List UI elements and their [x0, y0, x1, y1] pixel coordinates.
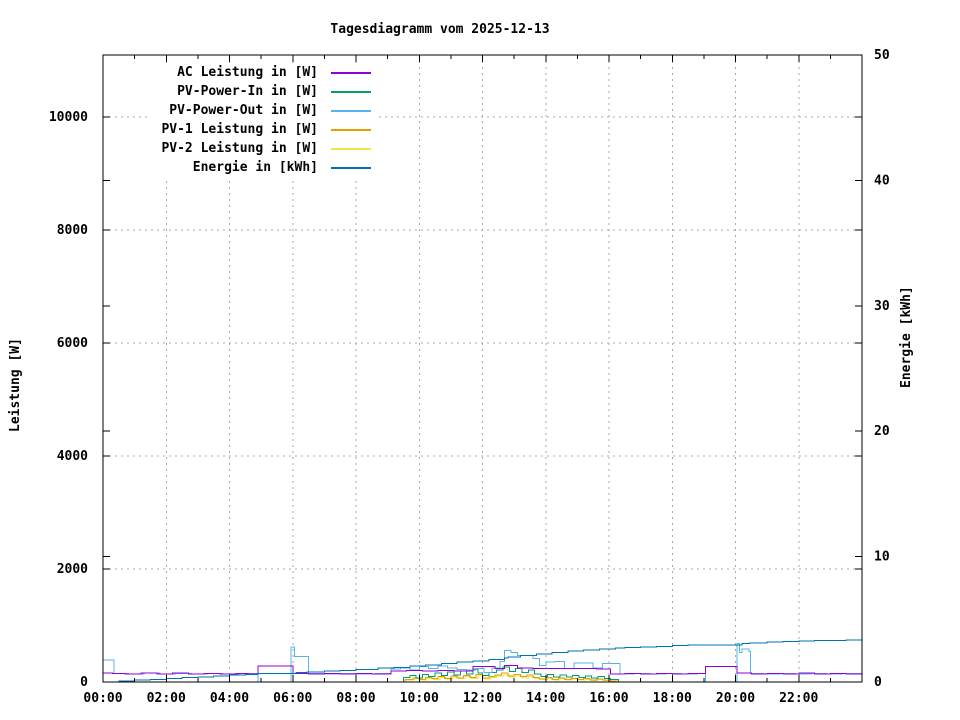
- legend-item-pv1: PV-1 Leistung in [W]: [150, 120, 371, 139]
- legend-line-swatch: [331, 128, 371, 131]
- tick-label: 14:00: [526, 691, 565, 706]
- tick-label: 0: [874, 675, 882, 690]
- y-axis-right-label: Energie [kWh]: [899, 286, 914, 388]
- tick-label: 30: [874, 299, 890, 314]
- legend-label: AC Leistung in [W]: [177, 65, 318, 80]
- tick-label: 20:00: [716, 691, 755, 706]
- legend-item-energie: Energie in [kWh]: [150, 158, 371, 177]
- tick-label: 50: [874, 48, 890, 63]
- tick-label: 20: [874, 424, 890, 439]
- legend-line-swatch: [331, 109, 371, 112]
- tick-label: 12:00: [463, 691, 502, 706]
- tick-label: 10: [874, 550, 890, 565]
- legend-line-swatch: [331, 166, 371, 169]
- tick-label: 0: [80, 675, 88, 690]
- tick-label: 04:00: [210, 691, 249, 706]
- legend-line-swatch: [331, 71, 371, 74]
- legend-line-swatch: [331, 90, 371, 93]
- legend-label: PV-2 Leistung in [W]: [161, 141, 318, 156]
- legend-item-ac: AC Leistung in [W]: [150, 63, 371, 82]
- legend-label: PV-Power-Out in [W]: [169, 103, 318, 118]
- tick-label: 2000: [57, 562, 88, 577]
- y-axis-left-label: Leistung [W]: [8, 338, 23, 432]
- tick-label: 40: [874, 173, 890, 188]
- tick-label: 4000: [57, 449, 88, 464]
- legend-item-pv-in: PV-Power-In in [W]: [150, 82, 371, 101]
- legend-line-swatch: [331, 147, 371, 150]
- tick-label: 10:00: [400, 691, 439, 706]
- tick-label: 00:00: [83, 691, 122, 706]
- chart-plot: 0 2000 4000 6000 8000 10000 0 10 20 30 40 50 00:00 02…: [49, 48, 890, 706]
- tick-label: 18:00: [653, 691, 692, 706]
- chart-canvas: 0 2000 4000 6000 8000 10000 0 10 20 30 40 50 00:00 02…: [0, 0, 960, 720]
- legend-item-pv-out: PV-Power-Out in [W]: [150, 101, 371, 120]
- chart-title: Tagesdiagramm vom 2025-12-13: [330, 22, 550, 37]
- legend: AC Leistung in [W] PV-Power-In in [W] PV…: [150, 63, 375, 177]
- legend-item-pv2: PV-2 Leistung in [W]: [150, 139, 371, 158]
- legend-label: PV-1 Leistung in [W]: [161, 122, 318, 137]
- tick-label: 6000: [57, 336, 88, 351]
- tick-label: 22:00: [779, 691, 818, 706]
- tick-label: 06:00: [273, 691, 312, 706]
- legend-label: PV-Power-In in [W]: [177, 84, 318, 99]
- tick-label: 10000: [49, 110, 88, 125]
- tick-label: 02:00: [147, 691, 186, 706]
- tick-label: 8000: [57, 223, 88, 238]
- legend-label: Energie in [kWh]: [192, 160, 318, 175]
- tick-label: 08:00: [336, 691, 375, 706]
- tick-label: 16:00: [589, 691, 628, 706]
